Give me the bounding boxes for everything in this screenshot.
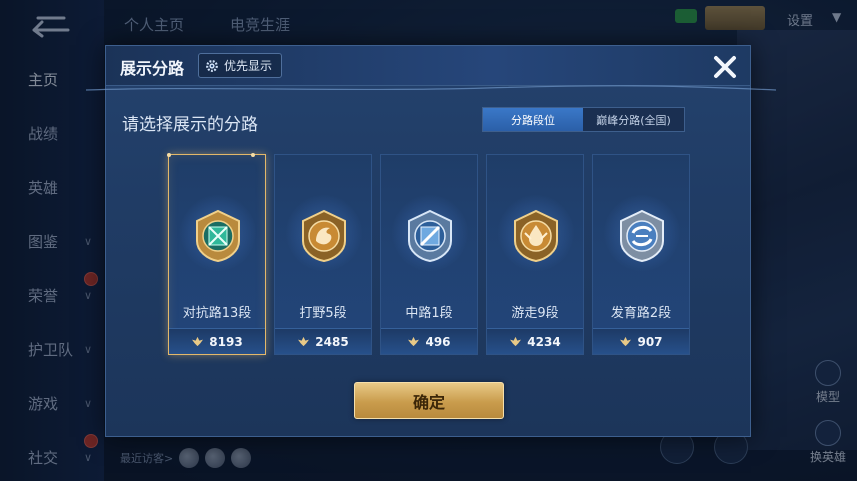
corner-ornament [167,153,171,157]
jungle-dragon-icon [302,209,346,263]
lane-label: 打野5段 [299,306,347,321]
lane-display-dialog: 展示分路 优先显示 请选择展示的分路 分路段位 巅峰分路(全国) 对抗路13段 [86,45,776,437]
lane-score: 907 [637,334,663,349]
score-bar: 4234 [487,328,583,354]
score-crest-icon [298,336,310,347]
lane-card-roam[interactable]: 游走9段 4234 [486,154,584,355]
score-crest-icon [620,336,632,347]
lane-label: 中路1段 [405,306,453,321]
mid-lane-icon [408,209,452,263]
priority-display-label: 优先显示 [224,59,273,73]
farm-lane-icon [620,209,664,263]
lane-label: 游走9段 [511,306,559,321]
lane-score: 496 [425,334,451,349]
score-crest-icon [192,336,204,347]
header-ornament [86,85,776,91]
score-bar: 496 [381,328,477,354]
tab-lane-rank[interactable]: 分路段位 [483,108,583,131]
score-bar: 8193 [169,328,265,354]
lane-card-clash[interactable]: 对抗路13段 8193 [167,153,266,355]
score-crest-icon [408,336,420,347]
clash-lane-icon [196,209,240,263]
lane-card-farm[interactable]: 发育路2段 907 [592,154,690,355]
score-bar: 2485 [275,328,371,354]
lane-label: 发育路2段 [610,306,672,321]
lane-card-jungle[interactable]: 打野5段 2485 [274,154,372,355]
corner-ornament [251,153,255,157]
confirm-button[interactable]: 确定 [354,382,504,419]
dialog-title: 展示分路 [120,59,185,78]
lane-score: 2485 [315,334,349,349]
roam-icon [514,209,558,263]
lane-score: 8193 [209,334,243,349]
lane-card-mid[interactable]: 中路1段 496 [380,154,478,355]
instruction-text: 请选择展示的分路 [122,115,258,135]
priority-display-button[interactable]: 优先显示 [198,53,283,78]
score-crest-icon [510,336,522,347]
lane-label: 对抗路13段 [182,306,252,321]
lane-mode-tabs: 分路段位 巅峰分路(全国) [482,107,685,132]
score-bar: 907 [593,328,689,354]
lane-score: 4234 [527,334,561,349]
gear-icon [206,59,218,72]
tab-peak-lane-national[interactable]: 巅峰分路(全国) [583,108,684,131]
close-button[interactable] [710,52,740,82]
close-icon [714,56,736,78]
